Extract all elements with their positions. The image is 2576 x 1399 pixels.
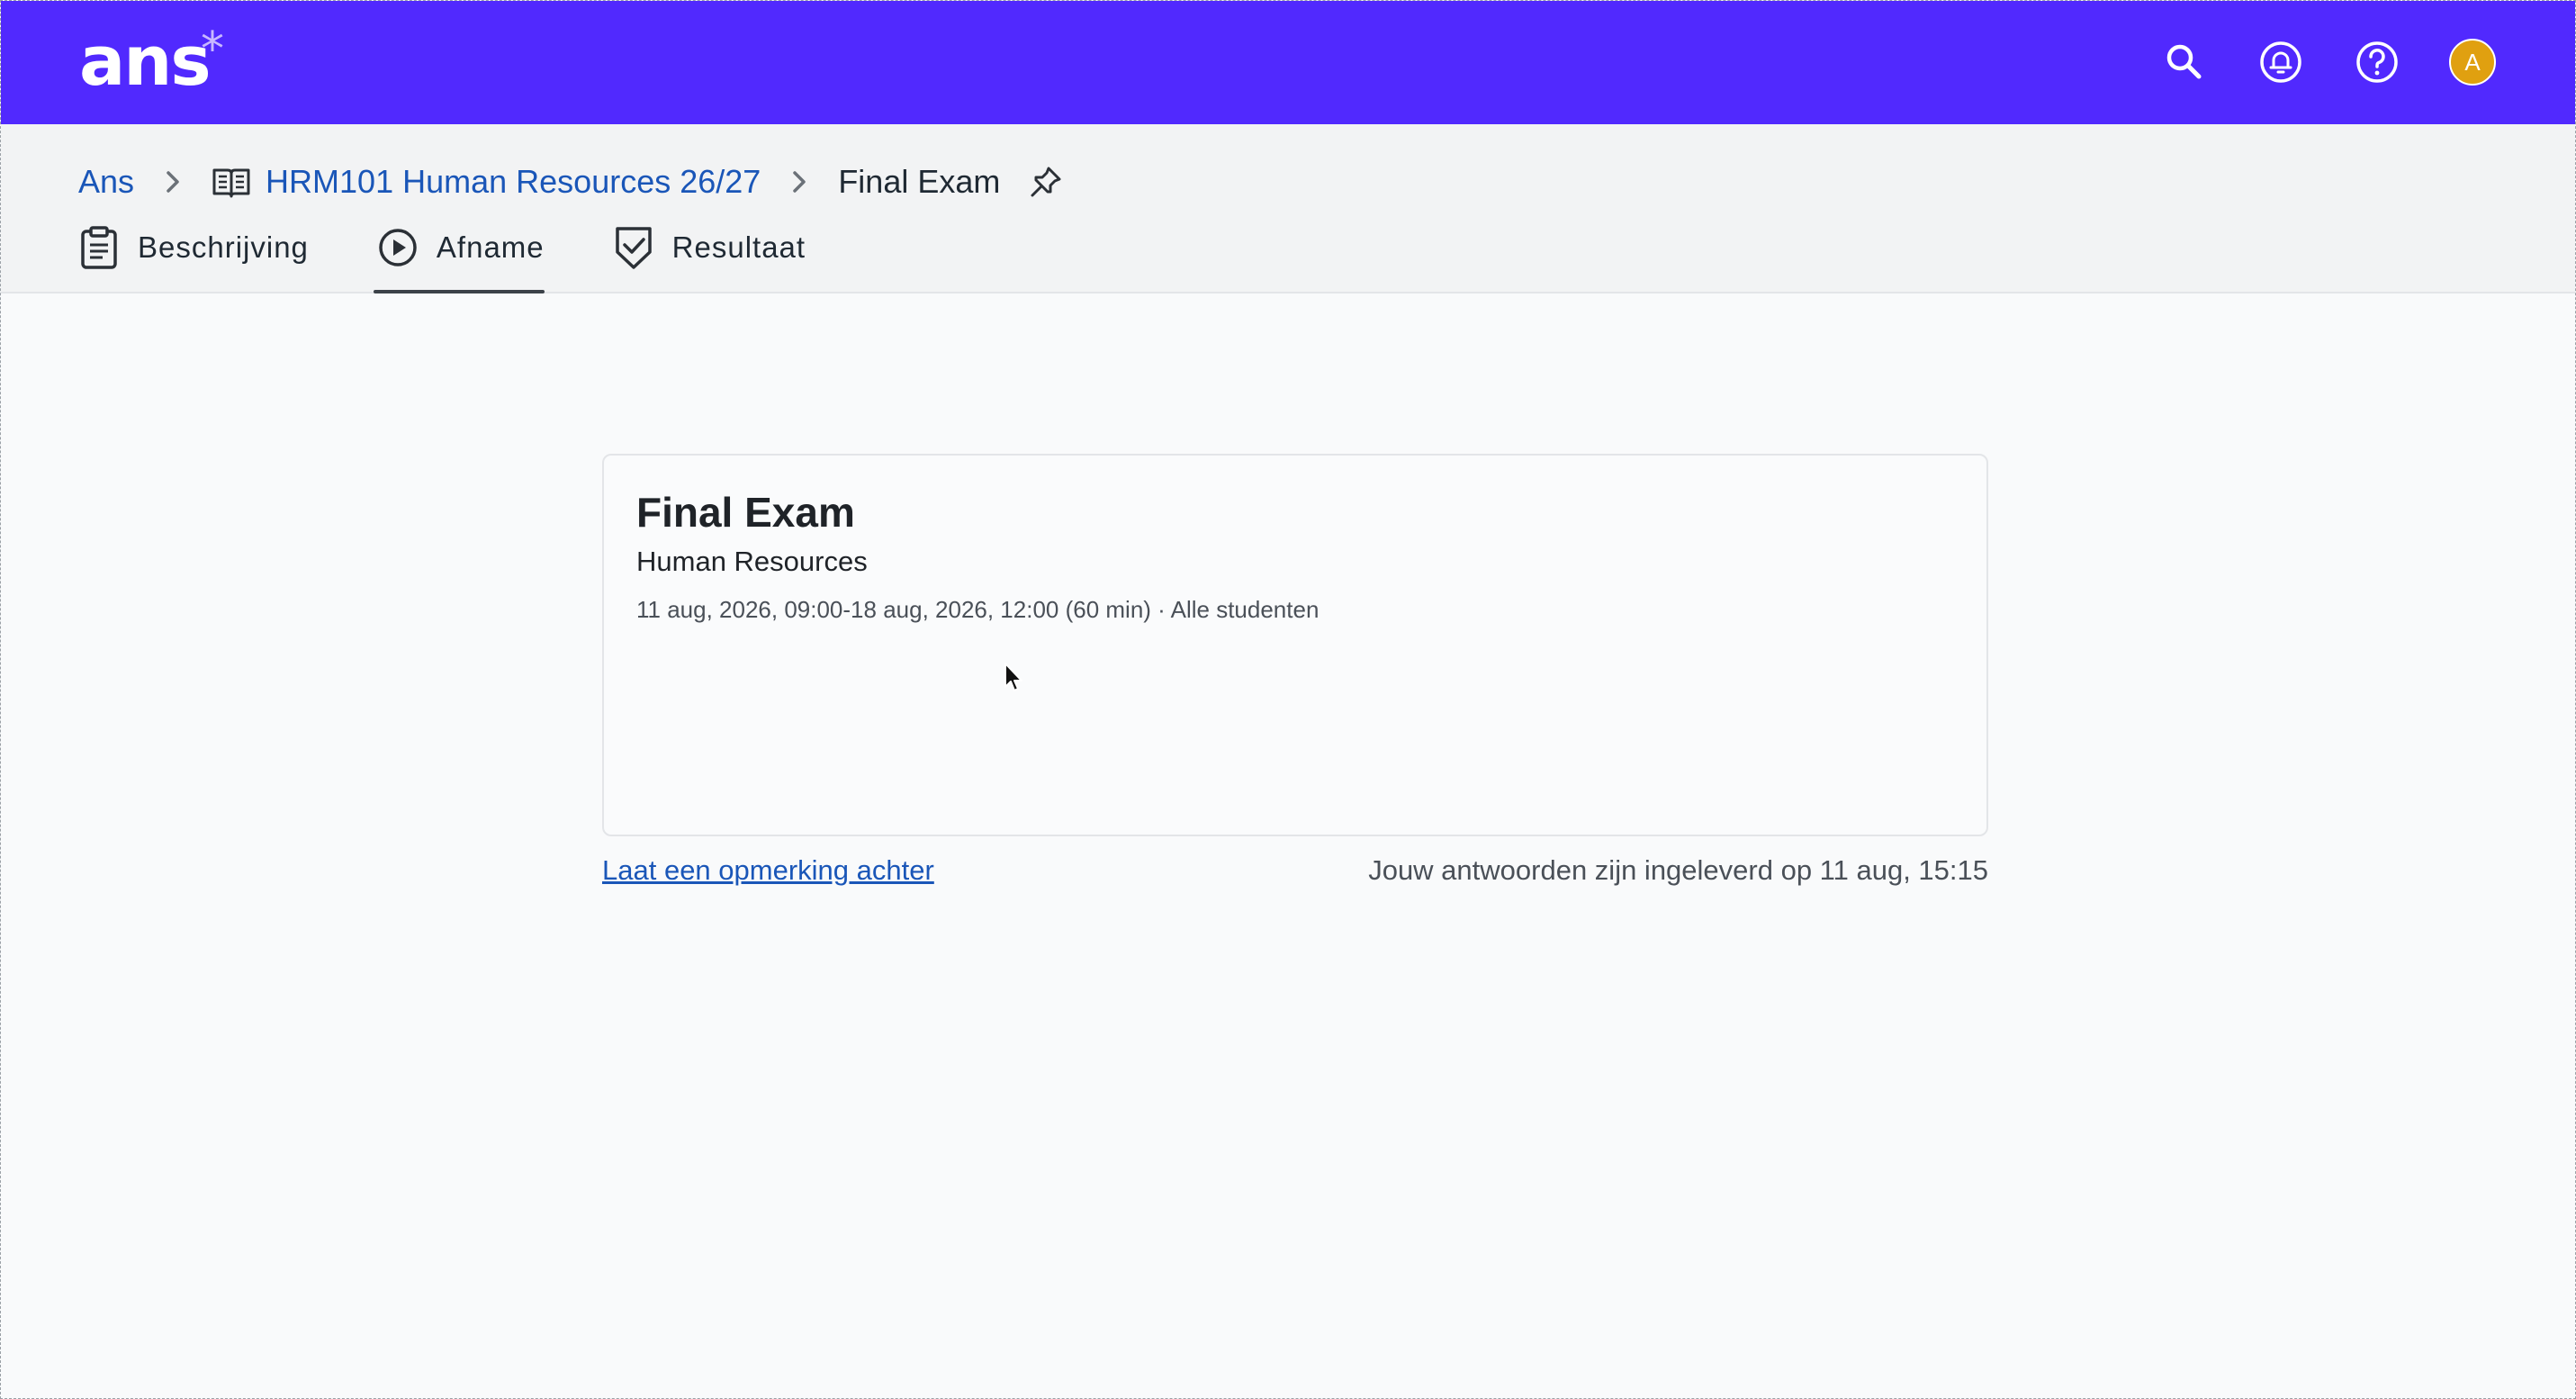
page-header: Ans HRM101 Human Resources 26/27 Final E…	[1, 124, 2575, 293]
app-window: ans * A Ans HRM101 Human Resources 26/27…	[0, 0, 2576, 1399]
bell-icon[interactable]	[2257, 39, 2304, 86]
chevron-right-icon	[793, 171, 806, 193]
submission-status: Jouw antwoorden zijn ingeleverd op 11 au…	[1368, 854, 1988, 886]
tab-resultaat[interactable]: Resultaat	[613, 225, 806, 293]
pin-icon[interactable]	[1029, 165, 1063, 199]
exam-course-name: Human Resources	[636, 546, 868, 577]
tab-label: Afname	[436, 230, 545, 264]
logo-mark: *	[201, 23, 224, 77]
top-navigation-bar: ans * A	[1, 1, 2575, 124]
play-circle-icon	[379, 229, 417, 266]
tab-afname[interactable]: Afname	[373, 225, 545, 293]
breadcrumb-course-link[interactable]: HRM101 Human Resources 26/27	[266, 163, 761, 201]
tab-label: Resultaat	[671, 230, 806, 264]
tab-beschrijving[interactable]: Beschrijving	[78, 225, 309, 293]
breadcrumb-home-link[interactable]: Ans	[78, 163, 134, 201]
breadcrumb: Ans HRM101 Human Resources 26/27 Final E…	[78, 157, 1063, 207]
search-icon[interactable]	[2161, 39, 2208, 86]
logo[interactable]: ans	[79, 21, 212, 102]
clipboard-icon	[81, 226, 117, 269]
user-avatar[interactable]: A	[2449, 39, 2496, 86]
exam-card: Final Exam Human Resources 11 aug, 2026,…	[602, 454, 1988, 836]
book-icon	[212, 168, 250, 198]
mouse-cursor-icon	[1004, 663, 1022, 691]
tab-bar: Beschrijving Afname Resultaat	[78, 225, 874, 293]
chevron-right-icon	[167, 171, 179, 193]
help-icon[interactable]	[2354, 39, 2400, 86]
tab-label: Beschrijving	[138, 230, 309, 264]
breadcrumb-current: Final Exam	[838, 163, 1001, 200]
exam-title: Final Exam	[636, 489, 855, 536]
leave-comment-link[interactable]: Laat een opmerking achter	[602, 854, 934, 887]
exam-schedule: 11 aug, 2026, 09:00-18 aug, 2026, 12:00 …	[636, 596, 1320, 623]
shield-check-icon	[615, 227, 652, 269]
